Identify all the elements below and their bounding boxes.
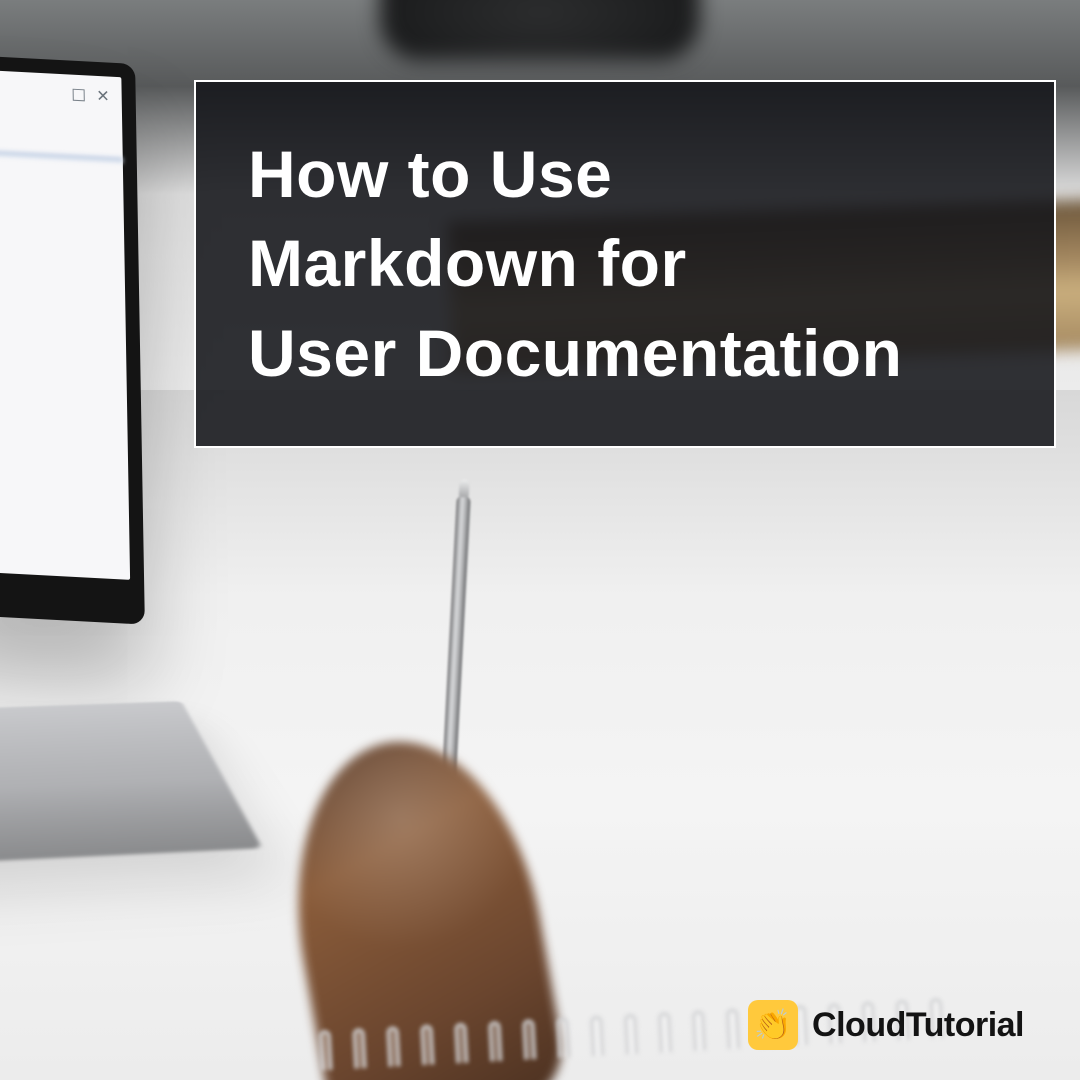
title-overlay: How to Use Markdown for User Documentati… bbox=[194, 80, 1056, 448]
laptop-screen-content: ✕ bbox=[0, 66, 130, 580]
brand-hand-icon: 👏 bbox=[754, 1008, 791, 1043]
window-controls: ✕ bbox=[64, 78, 118, 113]
app-title-bar bbox=[0, 146, 123, 163]
brand-badge: 👏 bbox=[748, 1000, 798, 1050]
window-close-icon: ✕ bbox=[96, 86, 110, 107]
title-text: How to Use Markdown for User Documentati… bbox=[248, 130, 902, 397]
brand-label: CloudTutorial bbox=[812, 1006, 1024, 1045]
laptop-screen: ✕ bbox=[0, 51, 145, 624]
window-restore-icon bbox=[72, 89, 84, 102]
blurred-object bbox=[380, 0, 700, 60]
laptop: ✕ bbox=[0, 58, 220, 798]
brand: 👏 CloudTutorial bbox=[748, 1000, 1024, 1050]
